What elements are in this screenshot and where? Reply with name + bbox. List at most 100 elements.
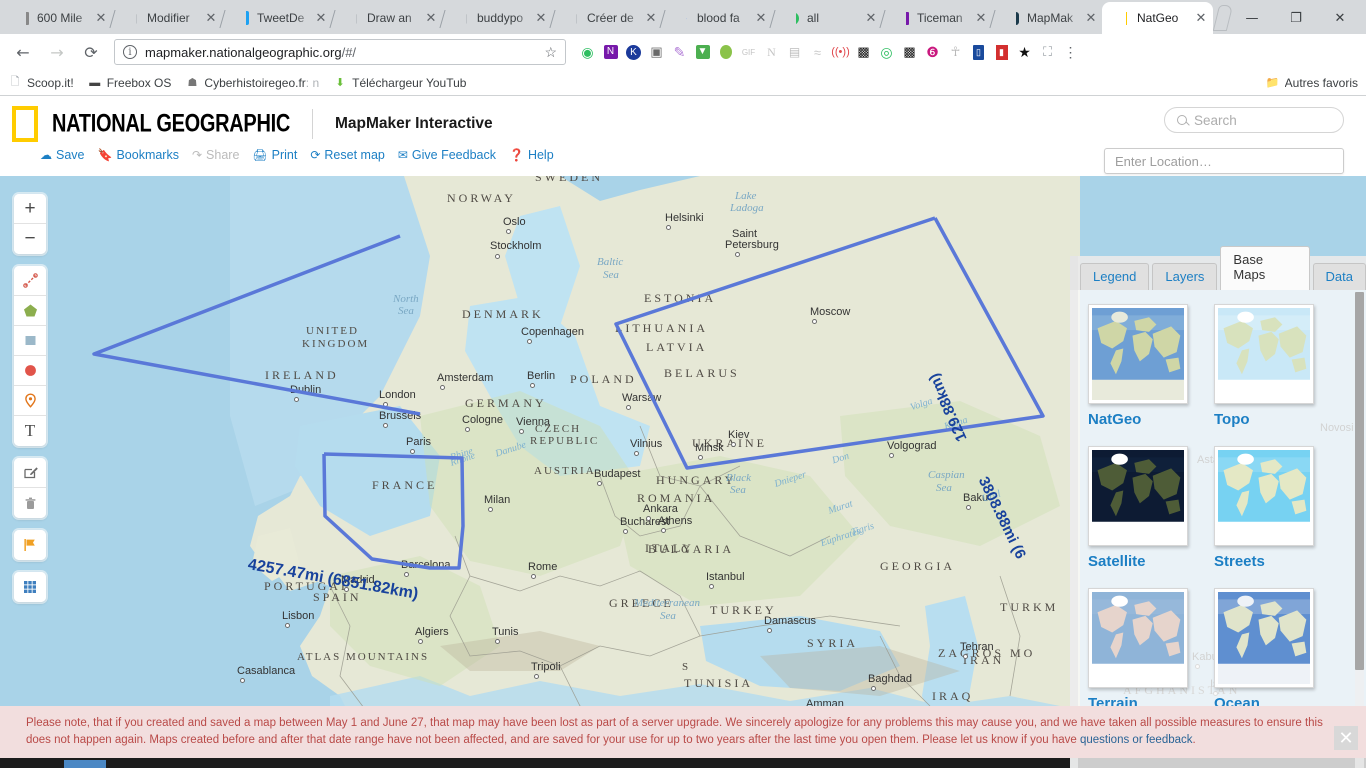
bookmark-item[interactable]: ⬇ Téléchargeur YouTub: [333, 76, 467, 90]
camera-icon[interactable]: ▣: [645, 40, 668, 64]
browser-tab[interactable]: ▤ 600 Mile ✕: [2, 2, 113, 34]
other-bookmarks-folder[interactable]: 📁 Autres favoris: [1266, 76, 1358, 90]
kaspersky-icon[interactable]: K: [622, 40, 645, 64]
base-map-thumbnail[interactable]: [1214, 446, 1314, 546]
toolbar-bookmarks[interactable]: 🔖 Bookmarks: [98, 148, 179, 162]
line-icon[interactable]: [14, 266, 46, 296]
browser-tab[interactable]: 🗋 Modifier ✕: [109, 2, 223, 34]
base-map-card[interactable]: Terrain: [1088, 588, 1190, 712]
panel-tab-data[interactable]: Data: [1312, 263, 1366, 290]
pink-swirl-icon[interactable]: ❻: [921, 40, 944, 64]
cast-icon[interactable]: ⛶: [1036, 40, 1059, 64]
qr-code-2-icon[interactable]: ▩: [898, 40, 921, 64]
text-tool-icon[interactable]: T: [14, 416, 46, 446]
browser-tab[interactable]: 🗋 Draw an ✕: [329, 2, 443, 34]
toolbar-give-feedback[interactable]: ✉ Give Feedback: [398, 148, 496, 162]
tab-close-icon[interactable]: ✕: [753, 10, 769, 26]
panel-scrollbar[interactable]: [1355, 292, 1364, 768]
location-input[interactable]: Enter Location…: [1104, 148, 1344, 174]
toolbar-reset-map[interactable]: ⟳ Reset map: [310, 148, 385, 162]
red-door-icon[interactable]: ▮: [990, 40, 1013, 64]
toolbar-print[interactable]: 🖨 Print: [252, 148, 297, 162]
download-box-icon[interactable]: ▼: [691, 40, 714, 64]
bookmark-item[interactable]: ▬ Freebox OS: [88, 76, 171, 90]
pen-icon[interactable]: ✎: [668, 40, 691, 64]
reload-icon[interactable]: ⟳: [77, 38, 105, 66]
grid-icon[interactable]: [14, 572, 46, 602]
map-viewport[interactable]: NORWAYSWEDENFINLANDDENMARKESTONIALATVIAL…: [0, 176, 1366, 768]
close-notice-button[interactable]: ✕: [1334, 726, 1358, 750]
trash-icon[interactable]: [14, 488, 46, 518]
base-map-thumbnail[interactable]: [1088, 304, 1188, 404]
tab-close-icon[interactable]: ✕: [1083, 10, 1099, 26]
notice-link[interactable]: questions or feedback: [1080, 734, 1193, 746]
forward-icon[interactable]: →: [43, 38, 71, 66]
reddit-icon[interactable]: ▤: [783, 40, 806, 64]
edit-icon[interactable]: [14, 458, 46, 488]
tab-close-icon[interactable]: ✕: [533, 10, 549, 26]
taskbar-item[interactable]: [64, 760, 106, 768]
qr-code-icon[interactable]: ▩: [852, 40, 875, 64]
gif-icon[interactable]: GIF: [737, 40, 760, 64]
tab-close-icon[interactable]: ✕: [1193, 10, 1209, 26]
bookmark-item[interactable]: ☗ Cyberhistoiregeo.fr: n: [185, 76, 319, 90]
mobile-icon[interactable]: ▯: [967, 40, 990, 64]
panel-tab-legend[interactable]: Legend: [1080, 263, 1150, 290]
circle-icon[interactable]: [14, 356, 46, 386]
star-icon[interactable]: ★: [1013, 40, 1036, 64]
toolbar-save[interactable]: ☁ Save: [40, 148, 85, 162]
base-map-card[interactable]: Streets: [1214, 446, 1316, 570]
search-input[interactable]: Search: [1164, 107, 1344, 133]
bookmark-star-icon[interactable]: ☆: [544, 44, 557, 61]
browser-tab[interactable]: 🐦 TweetDe ✕: [219, 2, 333, 34]
broadcast-icon[interactable]: ((•)): [829, 40, 852, 64]
tab-close-icon[interactable]: ✕: [313, 10, 329, 26]
marker-icon[interactable]: [14, 386, 46, 416]
base-map-thumbnail[interactable]: [1214, 588, 1314, 688]
rss-icon[interactable]: ≈: [806, 40, 829, 64]
panel-scroll-thumb[interactable]: [1355, 292, 1364, 670]
panel-tab-layers[interactable]: Layers: [1152, 263, 1218, 290]
base-map-card[interactable]: Satellite: [1088, 446, 1190, 570]
restore-button[interactable]: ❐: [1274, 3, 1318, 33]
rectangle-icon[interactable]: [14, 326, 46, 356]
chrome-menu-icon[interactable]: ⋮: [1059, 40, 1082, 64]
close-window-button[interactable]: ✕: [1318, 3, 1362, 33]
ankh-icon[interactable]: ☥: [944, 40, 967, 64]
base-map-card[interactable]: NatGeo: [1088, 304, 1190, 428]
tab-close-icon[interactable]: ✕: [93, 10, 109, 26]
tab-close-icon[interactable]: ✕: [973, 10, 989, 26]
base-map-card[interactable]: Topo: [1214, 304, 1316, 428]
browser-tab[interactable]: 🗋 Créer de ✕: [549, 2, 663, 34]
onenote-icon[interactable]: N: [599, 40, 622, 64]
base-map-thumbnail[interactable]: [1088, 446, 1188, 546]
green-ring-icon[interactable]: ◎: [875, 40, 898, 64]
tab-close-icon[interactable]: ✕: [863, 10, 879, 26]
panel-tab-base-maps[interactable]: Base Maps: [1220, 246, 1310, 290]
minimize-button[interactable]: —: [1230, 3, 1274, 33]
flag-icon[interactable]: [14, 530, 46, 560]
browser-tab[interactable]: ◆ all ✕: [769, 2, 883, 34]
n-icon[interactable]: N: [760, 40, 783, 64]
back-icon[interactable]: ←: [9, 38, 37, 66]
base-map-thumbnail[interactable]: [1088, 588, 1188, 688]
browser-tab[interactable]: 🗋 buddypo ✕: [439, 2, 553, 34]
evernote-icon[interactable]: ◉: [576, 40, 599, 64]
tab-close-icon[interactable]: ✕: [643, 10, 659, 26]
polygon-icon[interactable]: [14, 296, 46, 326]
address-bar[interactable]: i mapmaker.nationalgeographic.org/#/ ☆: [114, 39, 566, 65]
base-map-card[interactable]: Ocean: [1214, 588, 1316, 712]
browser-tab[interactable]: Gblood fa ✕: [659, 2, 773, 34]
browser-tab[interactable]: MapMak ✕: [989, 2, 1103, 34]
site-info-icon[interactable]: i: [123, 45, 137, 59]
base-map-thumbnail[interactable]: [1214, 304, 1314, 404]
zoom-out-button[interactable]: −: [14, 224, 46, 254]
bookmark-item[interactable]: 🗋 Scoop.it!: [8, 76, 74, 90]
tab-close-icon[interactable]: ✕: [423, 10, 439, 26]
green-circle-icon[interactable]: [714, 40, 737, 64]
tab-close-icon[interactable]: ✕: [203, 10, 219, 26]
browser-tab[interactable]: N Ticeman ✕: [879, 2, 993, 34]
browser-tab[interactable]: NatGeo ✕: [1102, 2, 1213, 34]
toolbar-help[interactable]: ❓ Help: [509, 148, 554, 162]
zoom-in-button[interactable]: +: [14, 194, 46, 224]
